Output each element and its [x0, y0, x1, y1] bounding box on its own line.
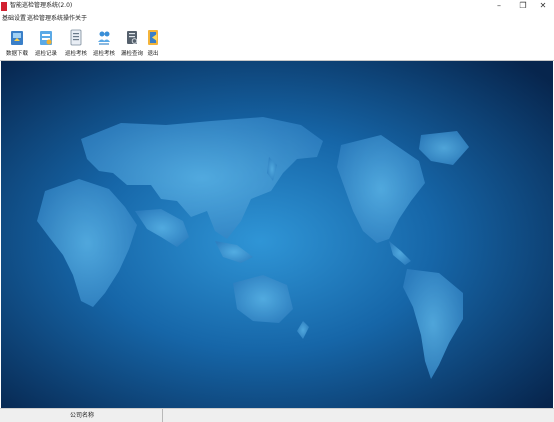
- menu-bar: 基础设置 巡检管理 系统操作 关于: [0, 13, 554, 24]
- exit-label: 退出: [147, 51, 159, 57]
- menu-system-operations[interactable]: 系统操作: [51, 15, 75, 22]
- query-icon: [127, 31, 138, 44]
- company-name-label: 公司名称: [70, 412, 95, 419]
- window-title: 智能巡检管理系统(2.0): [10, 2, 73, 9]
- exit-icon: [148, 30, 158, 45]
- toolbar: 数据下载 巡检记录 巡检考核 巡检考核 漏检查询 退出: [0, 24, 554, 61]
- exit-button[interactable]: 退出: [138, 27, 168, 59]
- menu-inspection-management[interactable]: 巡检管理: [27, 15, 51, 22]
- inspection-record-label: 巡检记录: [34, 51, 57, 57]
- world-map-background: [1, 61, 553, 408]
- download-icon: [11, 31, 23, 45]
- users-icon: [98, 31, 110, 45]
- minimize-button[interactable]: –: [488, 0, 510, 12]
- data-download-button[interactable]: 数据下载: [2, 27, 32, 59]
- close-button[interactable]: ✕: [532, 0, 554, 12]
- app-icon: [1, 2, 7, 11]
- status-bar: 公司名称: [0, 408, 554, 422]
- assessment-icon: [70, 29, 82, 46]
- main-workspace: [0, 61, 554, 408]
- inspection-record-button[interactable]: 巡检记录: [31, 27, 61, 59]
- company-name-panel: 公司名称: [0, 409, 163, 422]
- record-icon: [40, 31, 52, 45]
- menu-about[interactable]: 关于: [75, 15, 87, 22]
- title-bar: 智能巡检管理系统(2.0) – ❐ ✕: [0, 0, 554, 13]
- restore-button[interactable]: ❐: [512, 0, 534, 12]
- menu-basic-settings[interactable]: 基础设置: [2, 15, 26, 22]
